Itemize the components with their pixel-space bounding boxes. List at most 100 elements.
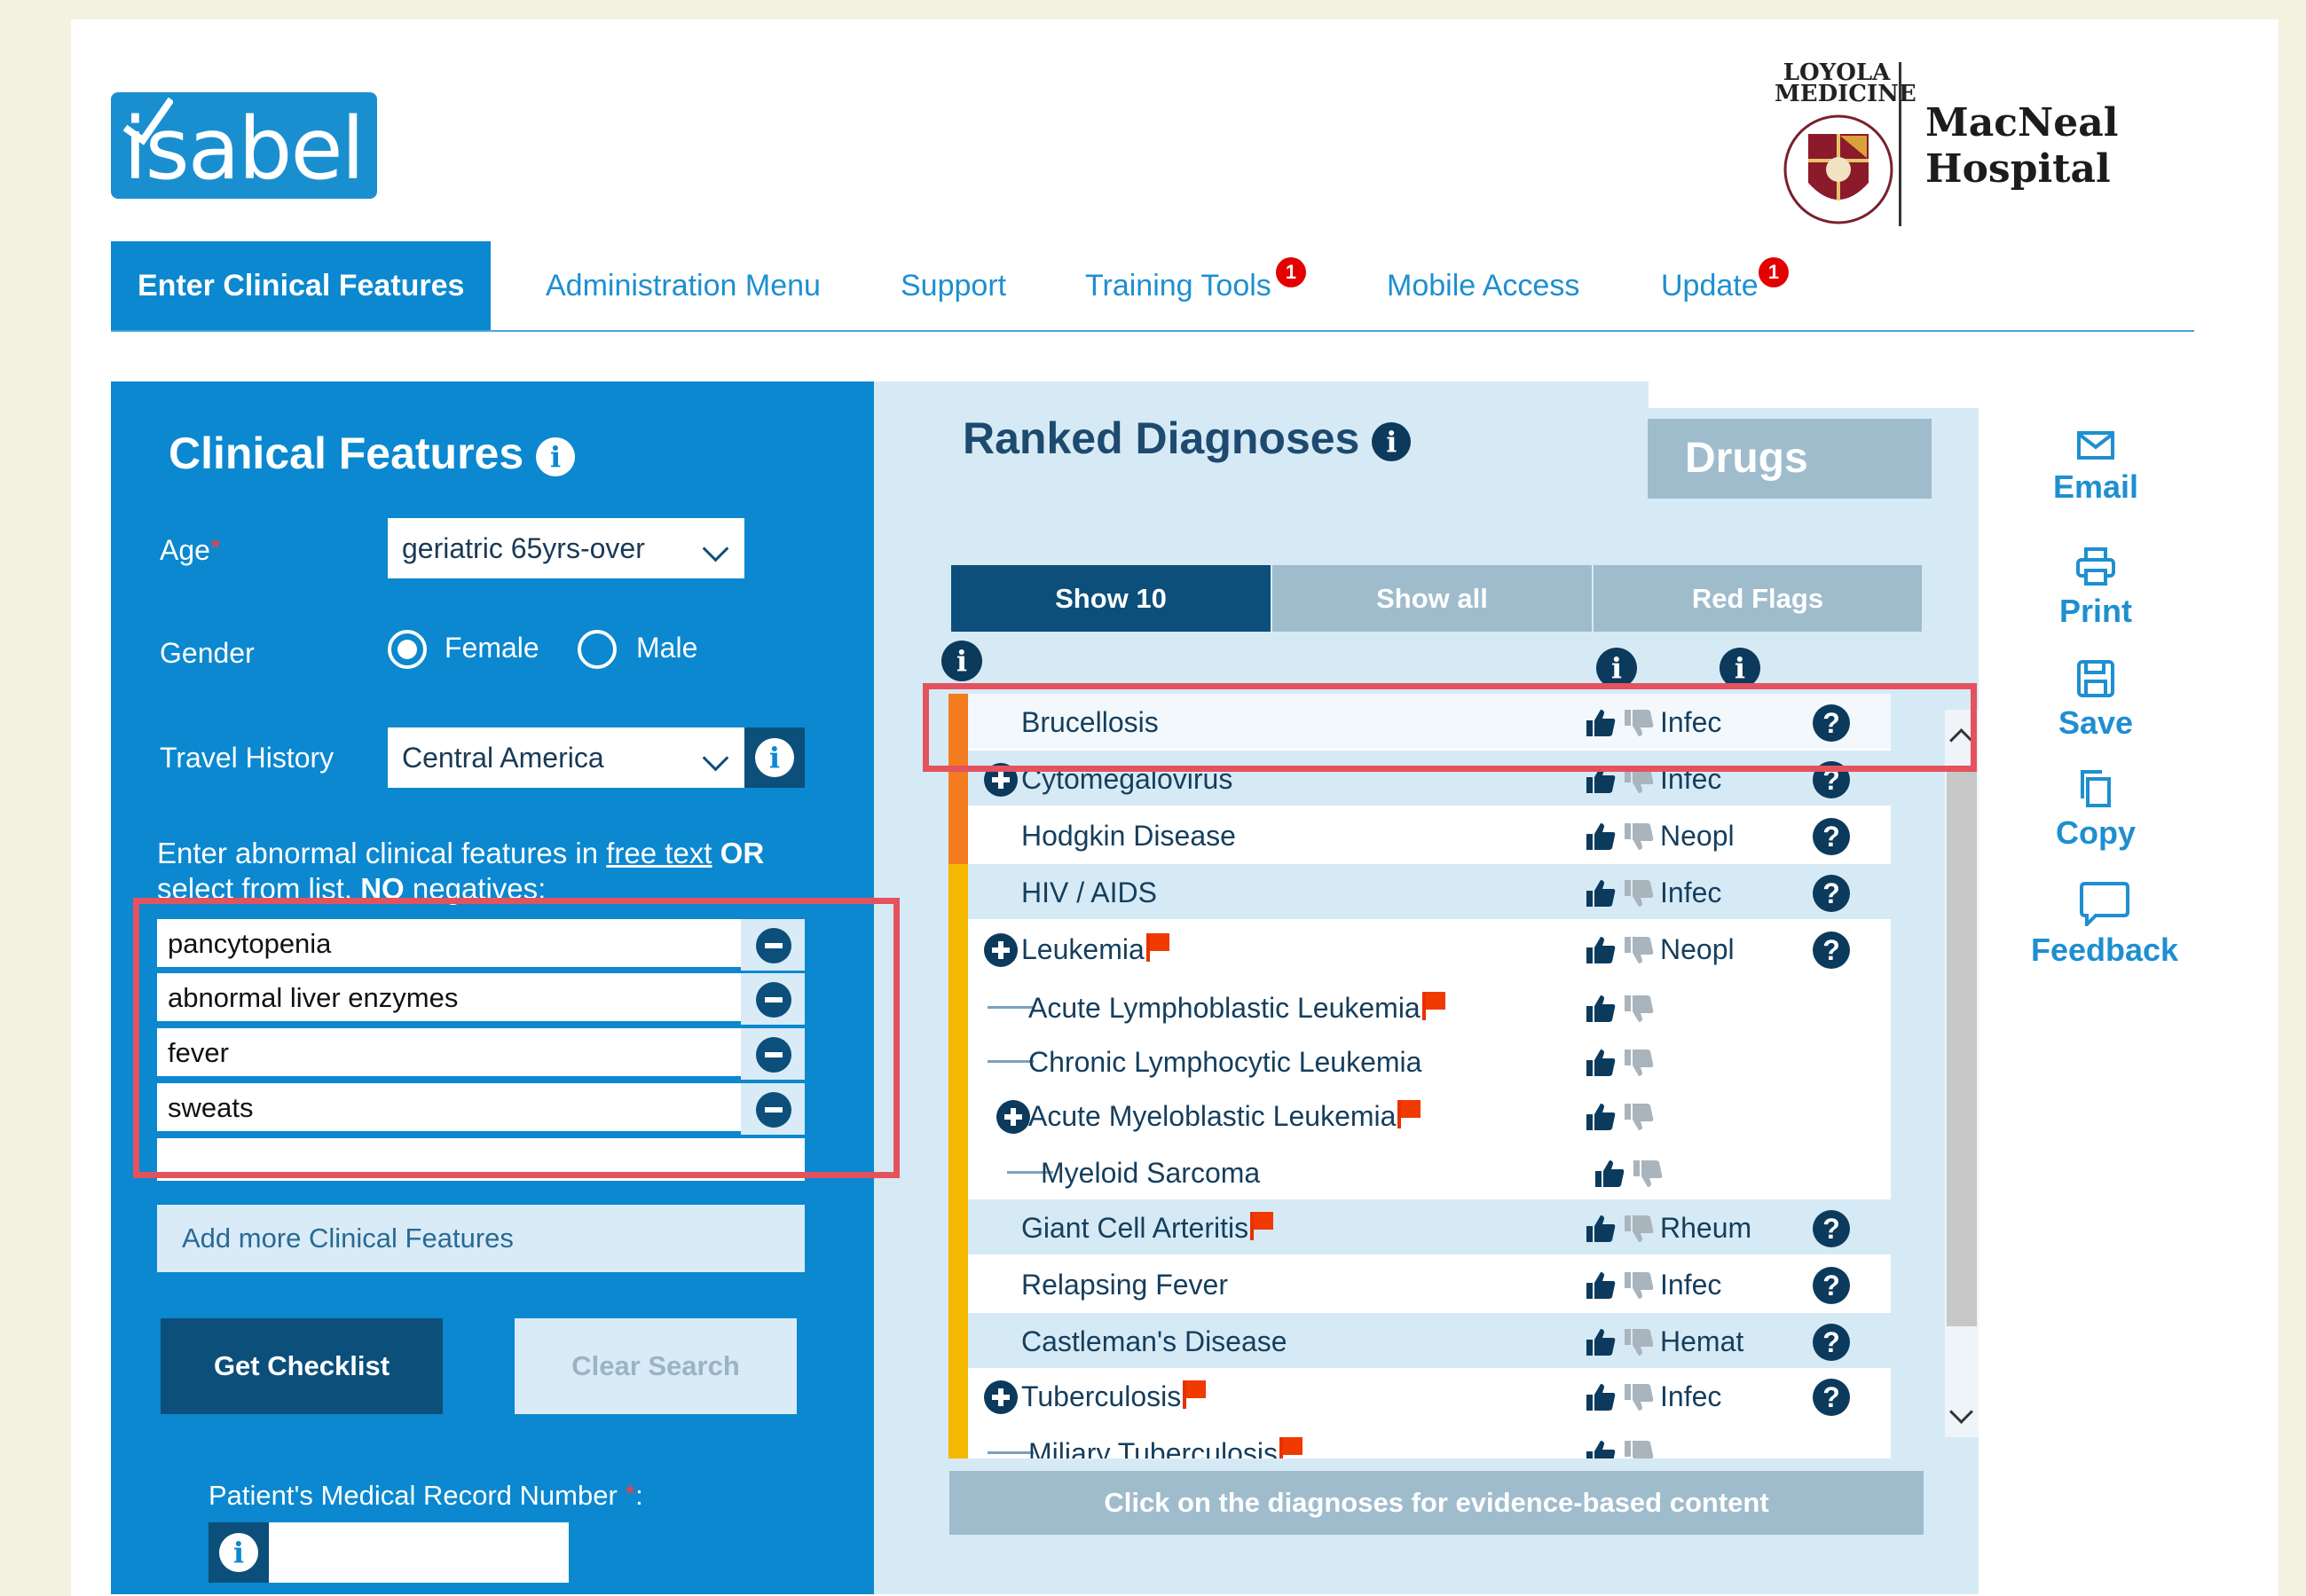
thumbs-down-icon[interactable] (1623, 822, 1655, 852)
gender-male-radio[interactable] (578, 630, 617, 669)
feedback-action[interactable]: Feedback (2016, 880, 2193, 969)
tab-update[interactable]: Update (1661, 241, 1759, 330)
thumbs-up-icon[interactable] (1585, 935, 1617, 965)
email-action[interactable]: Email (2007, 428, 2184, 506)
info-icon[interactable]: i (1372, 421, 1412, 461)
gender-male-label[interactable]: Male (636, 632, 697, 664)
ranked-diagnoses-heading: Ranked Diagnoses i (963, 413, 1412, 464)
thumbs-up-icon[interactable] (1585, 822, 1617, 852)
diagnosis-row[interactable]: Acute Lymphoblastic Leukemia (968, 979, 1891, 1034)
diagnosis-name[interactable]: Chronic Lymphocytic Leukemia (1028, 1046, 1421, 1079)
thumbs-down-icon[interactable] (1623, 878, 1655, 908)
diagnosis-row[interactable]: Tuberculosis Infec? (968, 1368, 1891, 1423)
expand-plus-icon[interactable] (984, 933, 1018, 967)
tab-drugs[interactable]: Drugs (1648, 419, 1932, 499)
thumbs-up-icon[interactable] (1585, 994, 1617, 1024)
thumbs-up-icon[interactable] (1585, 1327, 1617, 1357)
help-icon[interactable]: ? (1813, 818, 1850, 855)
gender-female-radio[interactable] (388, 630, 427, 669)
tab-enter-clinical-features[interactable]: Enter Clinical Features (111, 241, 492, 330)
mrn-info-button[interactable]: i (209, 1522, 269, 1583)
diagnosis-name[interactable]: Hodgkin Disease (1021, 820, 1236, 853)
age-select[interactable]: geriatric 65yrs-over (388, 518, 744, 578)
expand-plus-icon[interactable] (996, 1100, 1030, 1134)
crest-icon (1783, 114, 1893, 224)
tab-mobile-access[interactable]: Mobile Access (1387, 241, 1579, 330)
travel-info-button[interactable]: i (744, 727, 805, 788)
travel-history-select[interactable]: Central America (388, 727, 744, 788)
diagnosis-row[interactable]: Myeloid Sarcoma (968, 1144, 1891, 1199)
thumbs-up-icon[interactable] (1585, 1102, 1617, 1132)
diagnosis-name[interactable]: Relapsing Fever (1021, 1269, 1228, 1301)
print-action[interactable]: Print (2007, 546, 2184, 630)
clear-search-button[interactable]: Clear Search (515, 1318, 797, 1414)
thumbs-down-icon[interactable] (1623, 1327, 1655, 1357)
thumbs-down-icon[interactable] (1623, 935, 1655, 965)
info-icon: i (219, 1533, 258, 1572)
tab-support[interactable]: Support (901, 241, 1006, 330)
thumbs-up-icon[interactable] (1585, 1270, 1617, 1301)
help-icon[interactable]: ? (1813, 932, 1850, 969)
list-info-icon[interactable]: i (941, 641, 982, 681)
diagnosis-row[interactable]: Relapsing Fever Infec? (968, 1256, 1891, 1311)
free-text-link[interactable]: free text (606, 837, 712, 869)
diagnosis-name[interactable]: HIV / AIDS (1021, 877, 1157, 909)
diagnosis-name[interactable]: Tuberculosis (1021, 1380, 1181, 1413)
get-checklist-button[interactable]: Get Checklist (161, 1318, 443, 1414)
thumbs-down-icon[interactable] (1623, 1048, 1655, 1078)
expand-plus-icon[interactable] (984, 1380, 1018, 1414)
scrollbar-thumb[interactable] (1947, 767, 1977, 1326)
help-icon[interactable]: ? (1813, 875, 1850, 912)
thumbs-up-icon[interactable] (1585, 1439, 1617, 1458)
diagnosis-name[interactable]: Myeloid Sarcoma (1041, 1157, 1260, 1190)
thumbs-down-icon[interactable] (1623, 1214, 1655, 1244)
diagnosis-name[interactable]: Leukemia (1021, 933, 1145, 966)
info-icon[interactable]: i (536, 436, 576, 476)
thumbs-down-icon[interactable] (1623, 1439, 1655, 1458)
thumbs-up-icon[interactable] (1585, 1048, 1617, 1078)
mrn-input[interactable]: i (209, 1522, 569, 1583)
tab-training-tools[interactable]: Training Tools (1085, 241, 1271, 330)
diagnosis-row[interactable]: Castleman's Disease Hemat? (968, 1313, 1891, 1368)
help-icon[interactable]: ? (1813, 1267, 1850, 1304)
help-icon[interactable]: ? (1813, 1379, 1850, 1416)
thumbs-down-icon[interactable] (1623, 1102, 1655, 1132)
diagnosis-name[interactable]: Castleman's Disease (1021, 1325, 1287, 1358)
diagnosis-row[interactable]: Miliary Tuberculosis (968, 1425, 1891, 1458)
diagnosis-row[interactable]: Giant Cell Arteritis Rheum? (968, 1199, 1891, 1254)
evidence-hint-bar: Click on the diagnoses for evidence-base… (949, 1471, 1924, 1535)
diagnosis-row[interactable]: Leukemia Neopl? (968, 921, 1891, 976)
copy-icon (2081, 770, 2111, 807)
isabel-logo[interactable]: isabel (111, 92, 377, 199)
diagnosis-name[interactable]: Miliary Tuberculosis (1028, 1437, 1278, 1458)
save-action[interactable]: Save (2007, 658, 2184, 742)
diagnosis-row[interactable]: Acute Myeloblastic Leukemia (968, 1088, 1891, 1143)
diagnosis-name[interactable]: Giant Cell Arteritis (1021, 1212, 1248, 1245)
diagnosis-name[interactable]: Acute Myeloblastic Leukemia (1028, 1100, 1396, 1133)
diagnosis-category: Rheum (1660, 1212, 1752, 1244)
help-icon[interactable]: ? (1813, 1324, 1850, 1361)
diagnosis-name[interactable]: Acute Lymphoblastic Leukemia (1028, 992, 1421, 1025)
thumbs-down-icon[interactable] (1623, 1270, 1655, 1301)
diagnosis-row[interactable]: HIV / AIDS Infec? (968, 864, 1891, 919)
thumbs-up-icon[interactable] (1585, 1214, 1617, 1244)
copy-label: Copy (2056, 814, 2136, 851)
tab-red-flags[interactable]: Red Flags (1594, 565, 1922, 632)
thumbs-up-icon[interactable] (1585, 1382, 1617, 1412)
thumbs-up-icon[interactable] (1594, 1159, 1625, 1189)
help-icon[interactable]: ? (1813, 1210, 1850, 1247)
thumbs-down-icon[interactable] (1623, 1382, 1655, 1412)
tab-administration-menu[interactable]: Administration Menu (546, 241, 821, 330)
diagnosis-category: Neopl (1660, 933, 1735, 965)
gender-female-label[interactable]: Female (445, 632, 539, 664)
thumbs-down-icon[interactable] (1623, 994, 1655, 1024)
diagnosis-row[interactable]: Hodgkin Disease Neopl? (968, 807, 1891, 862)
tab-show-all[interactable]: Show all (1272, 565, 1592, 632)
tab-show-10[interactable]: Show 10 (951, 565, 1271, 632)
thumbs-down-icon[interactable] (1632, 1159, 1664, 1189)
thumbs-up-icon[interactable] (1585, 878, 1617, 908)
copy-action[interactable]: Copy (2007, 768, 2184, 852)
hospital-line2: Hospital (1925, 146, 2111, 192)
add-more-clinical-features[interactable]: Add more Clinical Features (157, 1205, 805, 1272)
diagnosis-row[interactable]: Chronic Lymphocytic Leukemia (968, 1034, 1891, 1089)
